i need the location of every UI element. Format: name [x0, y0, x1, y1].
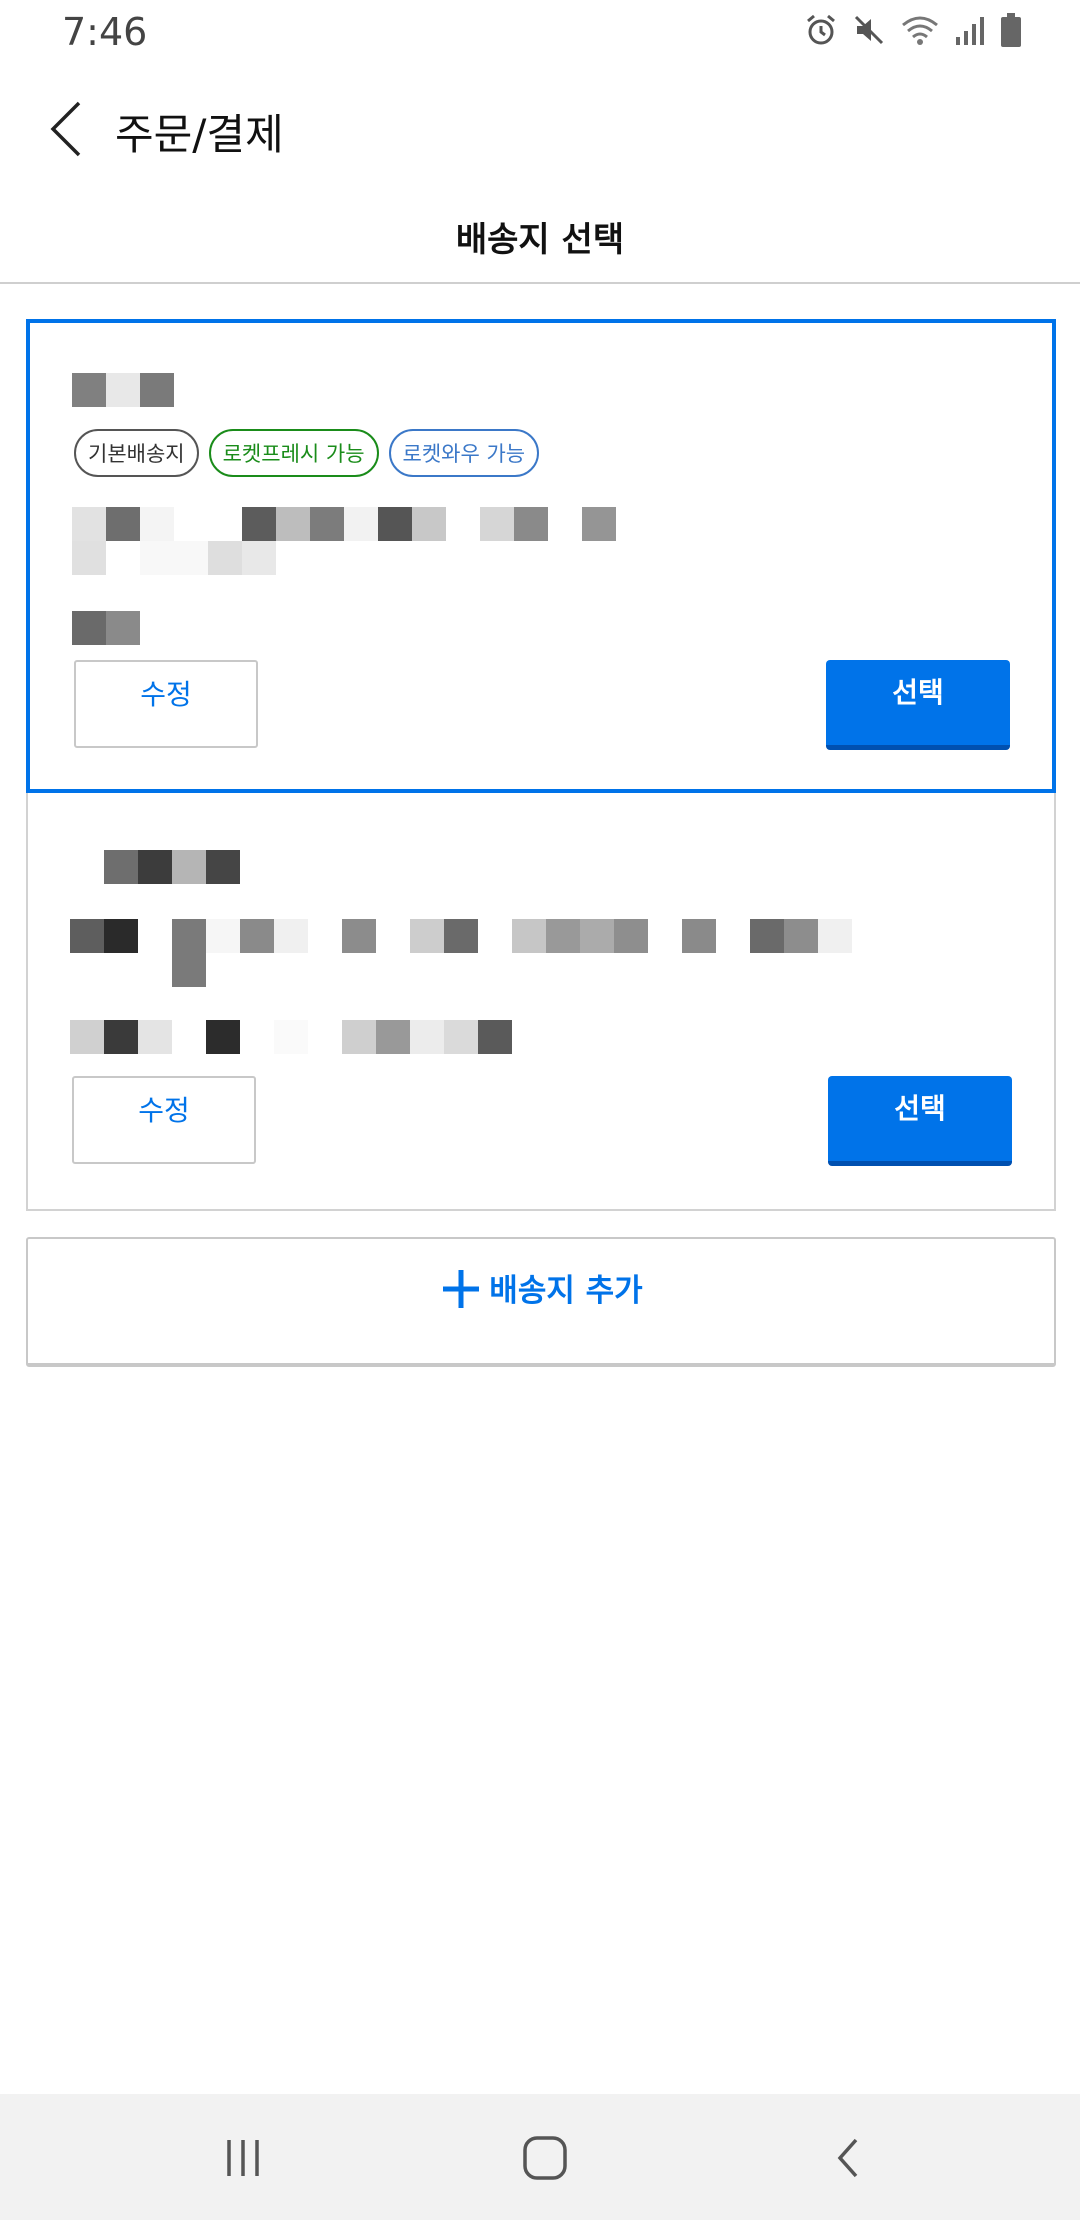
home-icon [523, 2136, 567, 2180]
chevron-left-icon [50, 101, 81, 157]
wifi-icon [902, 16, 938, 45]
system-nav-bar [0, 2094, 1080, 2220]
recents-button[interactable] [203, 2124, 283, 2192]
address-line-2-redacted [72, 541, 276, 575]
page-title: 주문/결제 [115, 110, 284, 159]
add-address-content: 배송지 추가 [28, 1265, 1054, 1310]
battery-icon [1001, 13, 1021, 47]
back-button[interactable] [30, 92, 100, 166]
phone-redacted [70, 1020, 512, 1054]
app-header: 주문/결제 [0, 66, 1080, 190]
select-address-button[interactable]: 선택 [826, 660, 1010, 750]
back-icon [837, 2138, 858, 2178]
plus-icon [443, 1269, 480, 1308]
select-address-button[interactable]: 선택 [828, 1076, 1012, 1166]
address-line-redacted [72, 507, 616, 541]
section-title: 배송지 선택 [455, 220, 625, 260]
recipient-name-redacted [72, 373, 174, 407]
tag-rocket-wow: 로켓와우 가능 [388, 429, 540, 477]
nav-back-button[interactable] [808, 2124, 888, 2192]
add-address-label: 배송지 추가 [489, 1273, 643, 1309]
status-bar: 7:46 [0, 0, 1080, 66]
address-tags: 기본배송지 로켓프레시 가능 로켓와우 가능 [74, 429, 540, 477]
address-line-redacted [70, 919, 852, 953]
edit-address-button[interactable]: 수정 [74, 660, 258, 748]
mute-icon [854, 15, 884, 45]
address-card[interactable]: 수정 선택 [26, 793, 1056, 1211]
tag-default-address: 기본배송지 [74, 429, 199, 477]
alarm-icon [807, 14, 835, 45]
edit-address-button[interactable]: 수정 [72, 1076, 256, 1164]
signal-icon [956, 17, 984, 45]
status-time: 7:46 [62, 10, 148, 54]
home-button[interactable] [505, 2124, 585, 2192]
recipient-name-redacted [104, 850, 240, 884]
tag-rocket-fresh: 로켓프레시 가능 [208, 429, 379, 477]
address-line-2-redacted [172, 953, 206, 987]
section-header: 배송지 선택 [0, 190, 1080, 284]
address-card-selected[interactable]: 기본배송지 로켓프레시 가능 로켓와우 가능 수정 선택 [26, 319, 1056, 793]
recents-icon [227, 2140, 259, 2176]
add-address-button[interactable]: 배송지 추가 [26, 1237, 1056, 1367]
status-icons [804, 12, 1022, 48]
phone-redacted [72, 611, 140, 645]
